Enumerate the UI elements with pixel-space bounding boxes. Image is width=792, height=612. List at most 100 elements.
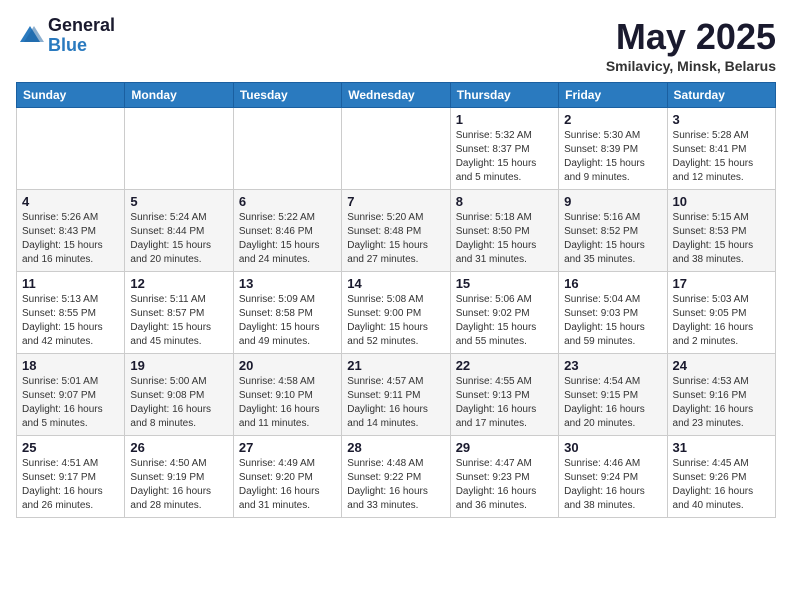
weekday-header-friday: Friday	[559, 83, 667, 108]
weekday-header-saturday: Saturday	[667, 83, 775, 108]
day-info: Sunrise: 4:47 AMSunset: 9:23 PMDaylight:…	[456, 457, 553, 513]
day-info: Sunrise: 5:06 AMSunset: 9:02 PMDaylight:…	[456, 293, 553, 349]
day-info: Sunrise: 5:13 AMSunset: 8:55 PMDaylight:…	[22, 293, 119, 349]
day-info: Sunrise: 4:48 AMSunset: 9:22 PMDaylight:…	[347, 457, 444, 513]
day-info: Sunrise: 4:58 AMSunset: 9:10 PMDaylight:…	[239, 375, 336, 431]
calendar-cell: 18 Sunrise: 5:01 AMSunset: 9:07 PMDayligh…	[17, 354, 125, 436]
calendar-cell: 6 Sunrise: 5:22 AMSunset: 8:46 PMDaylight…	[233, 190, 341, 272]
calendar-cell: 20 Sunrise: 4:58 AMSunset: 9:10 PMDayligh…	[233, 354, 341, 436]
logo: General Blue	[16, 16, 115, 56]
day-number: 30	[564, 440, 661, 455]
day-number: 1	[456, 112, 553, 127]
day-number: 27	[239, 440, 336, 455]
calendar-cell: 24Sunrise: 4:53 AMSunset: 9:16 PMDayligh…	[667, 354, 775, 436]
calendar-cell: 19Sunrise: 5:00 AMSunset: 9:08 PMDayligh…	[125, 354, 233, 436]
calendar-cell: 25 Sunrise: 4:51 AMSunset: 9:17 PMDayligh…	[17, 436, 125, 518]
calendar-cell	[233, 108, 341, 190]
calendar-cell: 29 Sunrise: 4:47 AMSunset: 9:23 PMDayligh…	[450, 436, 558, 518]
calendar-cell: 21 Sunrise: 4:57 AMSunset: 9:11 PMDayligh…	[342, 354, 450, 436]
day-info: Sunrise: 5:01 AMSunset: 9:07 PMDaylight:…	[22, 375, 119, 431]
day-info: Sunrise: 4:55 AMSunset: 9:13 PMDaylight:…	[456, 375, 553, 431]
day-number: 28	[347, 440, 444, 455]
weekday-header-tuesday: Tuesday	[233, 83, 341, 108]
calendar-cell: 7 Sunrise: 5:20 AMSunset: 8:48 PMDaylight…	[342, 190, 450, 272]
calendar-cell: 12 Sunrise: 5:11 AMSunset: 8:57 PMDayligh…	[125, 272, 233, 354]
calendar-cell: 22Sunrise: 4:55 AMSunset: 9:13 PMDayligh…	[450, 354, 558, 436]
day-number: 16	[564, 276, 661, 291]
day-number: 6	[239, 194, 336, 209]
calendar-cell: 17Sunrise: 5:03 AMSunset: 9:05 PMDayligh…	[667, 272, 775, 354]
day-number: 13	[239, 276, 336, 291]
day-number: 15	[456, 276, 553, 291]
logo-general: General	[48, 16, 115, 36]
day-number: 31	[673, 440, 770, 455]
day-number: 3	[673, 112, 770, 127]
weekday-header-thursday: Thursday	[450, 83, 558, 108]
weekday-header-row: SundayMondayTuesdayWednesdayThursdayFrid…	[17, 83, 776, 108]
day-info: Sunrise: 5:15 AMSunset: 8:53 PMDaylight:…	[673, 211, 770, 267]
calendar-cell: 15 Sunrise: 5:06 AMSunset: 9:02 PMDayligh…	[450, 272, 558, 354]
weekday-header-wednesday: Wednesday	[342, 83, 450, 108]
day-number: 26	[130, 440, 227, 455]
day-info: Sunrise: 5:08 AMSunset: 9:00 PMDaylight:…	[347, 293, 444, 349]
week-row-5: 25 Sunrise: 4:51 AMSunset: 9:17 PMDayligh…	[17, 436, 776, 518]
week-row-1: 1Sunrise: 5:32 AMSunset: 8:37 PMDaylight…	[17, 108, 776, 190]
day-number: 12	[130, 276, 227, 291]
calendar-cell: 3 Sunrise: 5:28 AMSunset: 8:41 PMDaylight…	[667, 108, 775, 190]
day-number: 18	[22, 358, 119, 373]
calendar-cell	[17, 108, 125, 190]
week-row-2: 4Sunrise: 5:26 AMSunset: 8:43 PMDaylight…	[17, 190, 776, 272]
day-number: 23	[564, 358, 661, 373]
calendar-cell: 30Sunrise: 4:46 AMSunset: 9:24 PMDayligh…	[559, 436, 667, 518]
day-number: 29	[456, 440, 553, 455]
day-info: Sunrise: 5:28 AMSunset: 8:41 PMDaylight:…	[673, 129, 770, 185]
calendar-cell: 8 Sunrise: 5:18 AMSunset: 8:50 PMDaylight…	[450, 190, 558, 272]
day-number: 20	[239, 358, 336, 373]
day-info: Sunrise: 5:24 AMSunset: 8:44 PMDaylight:…	[130, 211, 227, 267]
calendar: SundayMondayTuesdayWednesdayThursdayFrid…	[16, 82, 776, 518]
calendar-cell	[125, 108, 233, 190]
day-number: 11	[22, 276, 119, 291]
day-number: 5	[130, 194, 227, 209]
day-number: 14	[347, 276, 444, 291]
day-info: Sunrise: 4:57 AMSunset: 9:11 PMDaylight:…	[347, 375, 444, 431]
day-number: 25	[22, 440, 119, 455]
calendar-cell: 10 Sunrise: 5:15 AMSunset: 8:53 PMDayligh…	[667, 190, 775, 272]
day-number: 17	[673, 276, 770, 291]
day-number: 21	[347, 358, 444, 373]
day-number: 9	[564, 194, 661, 209]
day-number: 10	[673, 194, 770, 209]
week-row-3: 11 Sunrise: 5:13 AMSunset: 8:55 PMDayligh…	[17, 272, 776, 354]
calendar-cell: 4Sunrise: 5:26 AMSunset: 8:43 PMDaylight…	[17, 190, 125, 272]
day-info: Sunrise: 4:54 AMSunset: 9:15 PMDaylight:…	[564, 375, 661, 431]
day-info: Sunrise: 4:50 AMSunset: 9:19 PMDaylight:…	[130, 457, 227, 513]
day-info: Sunrise: 4:45 AMSunset: 9:26 PMDaylight:…	[673, 457, 770, 513]
weekday-header-sunday: Sunday	[17, 83, 125, 108]
page-header: General Blue May 2025 Smilavicy, Minsk, …	[16, 16, 776, 74]
day-number: 2	[564, 112, 661, 127]
day-info: Sunrise: 5:00 AMSunset: 9:08 PMDaylight:…	[130, 375, 227, 431]
day-info: Sunrise: 5:20 AMSunset: 8:48 PMDaylight:…	[347, 211, 444, 267]
logo-text: General Blue	[48, 16, 115, 56]
calendar-cell	[342, 108, 450, 190]
day-info: Sunrise: 4:49 AMSunset: 9:20 PMDaylight:…	[239, 457, 336, 513]
day-info: Sunrise: 5:30 AMSunset: 8:39 PMDaylight:…	[564, 129, 661, 185]
day-number: 7	[347, 194, 444, 209]
calendar-cell: 1Sunrise: 5:32 AMSunset: 8:37 PMDaylight…	[450, 108, 558, 190]
calendar-cell: 2 Sunrise: 5:30 AMSunset: 8:39 PMDaylight…	[559, 108, 667, 190]
calendar-cell: 14 Sunrise: 5:08 AMSunset: 9:00 PMDayligh…	[342, 272, 450, 354]
day-info: Sunrise: 5:18 AMSunset: 8:50 PMDaylight:…	[456, 211, 553, 267]
day-info: Sunrise: 5:04 AMSunset: 9:03 PMDaylight:…	[564, 293, 661, 349]
title-section: May 2025 Smilavicy, Minsk, Belarus	[606, 16, 776, 74]
logo-blue: Blue	[48, 36, 115, 56]
calendar-cell: 5 Sunrise: 5:24 AMSunset: 8:44 PMDaylight…	[125, 190, 233, 272]
calendar-cell: 26 Sunrise: 4:50 AMSunset: 9:19 PMDayligh…	[125, 436, 233, 518]
calendar-cell: 11 Sunrise: 5:13 AMSunset: 8:55 PMDayligh…	[17, 272, 125, 354]
day-info: Sunrise: 5:11 AMSunset: 8:57 PMDaylight:…	[130, 293, 227, 349]
day-number: 8	[456, 194, 553, 209]
calendar-cell: 23 Sunrise: 4:54 AMSunset: 9:15 PMDayligh…	[559, 354, 667, 436]
day-info: Sunrise: 5:22 AMSunset: 8:46 PMDaylight:…	[239, 211, 336, 267]
location: Smilavicy, Minsk, Belarus	[606, 58, 776, 74]
day-info: Sunrise: 5:09 AMSunset: 8:58 PMDaylight:…	[239, 293, 336, 349]
day-info: Sunrise: 4:51 AMSunset: 9:17 PMDaylight:…	[22, 457, 119, 513]
